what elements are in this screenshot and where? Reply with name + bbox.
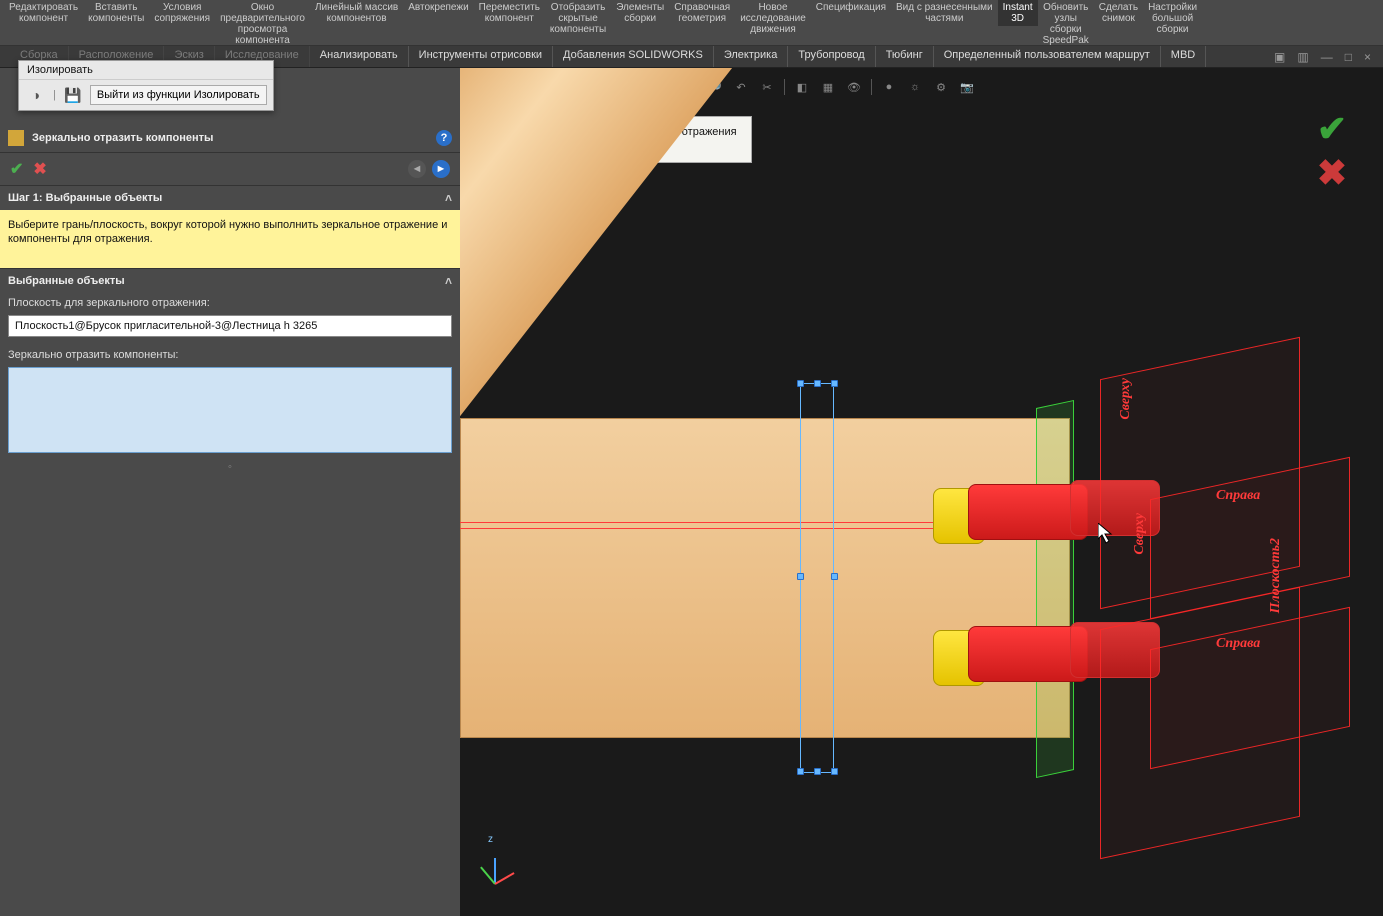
- mirror-components-icon: [8, 130, 24, 146]
- viewport-reject-button[interactable]: ✖: [1317, 152, 1347, 194]
- selection-handle[interactable]: [831, 380, 838, 387]
- section-view-icon[interactable]: ✂: [758, 78, 776, 96]
- ribbon-preview-window[interactable]: Окно предварительного просмотра компонен…: [215, 0, 310, 48]
- tab-mbd[interactable]: MBD: [1161, 46, 1206, 67]
- step-forward-button[interactable]: ►: [432, 160, 450, 178]
- tab-sw-addins[interactable]: Добавления SOLIDWORKS: [553, 46, 714, 67]
- axis-z: [494, 858, 496, 884]
- collapse-icon[interactable]: ˄: [445, 191, 452, 205]
- pm-title: Зеркально отразить компоненты: [32, 132, 428, 144]
- appearance-icon[interactable]: ●: [880, 78, 898, 96]
- plane-label-right: Справа: [1216, 488, 1260, 504]
- plane-label-plane2: Плоскость2: [1268, 538, 1284, 613]
- ok-button[interactable]: ✔: [10, 159, 23, 179]
- tab-electrical[interactable]: Электрика: [714, 46, 789, 67]
- orientation-triad[interactable]: z: [476, 848, 512, 884]
- list-resize-handle[interactable]: ◦: [0, 461, 460, 473]
- cancel-button[interactable]: ✖: [33, 159, 46, 179]
- tab-tubing[interactable]: Тюбинг: [876, 46, 934, 67]
- ribbon-edit-component[interactable]: Редактировать компонент: [4, 0, 83, 26]
- pm-header: Зеркально отразить компоненты ?: [0, 124, 460, 153]
- axis-z-label: z: [488, 834, 493, 845]
- selection-handle[interactable]: [814, 768, 821, 775]
- ribbon-toolbar: Редактировать компонент Вставить компоне…: [0, 0, 1383, 46]
- heads-up-view-toolbar: 🔍 🔎 ↶ ✂ ◧ ▦ 👁 ● ☼ ⚙ 📷: [680, 78, 976, 96]
- ribbon-instant-3d[interactable]: Instant 3D: [998, 0, 1038, 26]
- selected-objects-section: Выбранные объекты ˄ Плоскость для зеркал…: [0, 268, 460, 473]
- graphics-viewport[interactable]: 🔍 🔎 ↶ ✂ ◧ ▦ 👁 ● ☼ ⚙ 📷 м… Не допускается …: [460, 68, 1383, 916]
- tab-render-tools[interactable]: Инструменты отрисовки: [409, 46, 553, 67]
- ribbon-mates[interactable]: Условия сопряжения: [149, 0, 215, 26]
- tab-piping[interactable]: Трубопровод: [788, 46, 875, 67]
- exit-isolate-button[interactable]: Выйти из функции Изолировать: [90, 85, 267, 105]
- selection-handle[interactable]: [797, 573, 804, 580]
- camera-icon[interactable]: 📷: [958, 78, 976, 96]
- view-orientation-icon[interactable]: ◧: [793, 78, 811, 96]
- ribbon-exploded-view[interactable]: Вид с разнесенными частями: [891, 0, 998, 26]
- selection-handle[interactable]: [797, 768, 804, 775]
- window-controls: ▣ ▥ — □ ×: [1274, 46, 1383, 67]
- hide-show-icon[interactable]: 👁: [845, 78, 863, 96]
- ribbon-move-component[interactable]: Переместить компонент: [474, 0, 545, 26]
- isolate-title: Изолировать: [19, 61, 273, 80]
- ribbon-bom[interactable]: Спецификация: [811, 0, 891, 15]
- cursor-icon: [1098, 523, 1116, 545]
- view-settings-icon[interactable]: ⚙: [932, 78, 950, 96]
- selection-handle[interactable]: [814, 380, 821, 387]
- selection-handle[interactable]: [831, 768, 838, 775]
- display-style-icon[interactable]: ▦: [819, 78, 837, 96]
- viewport-split-icon[interactable]: ▥: [1297, 50, 1308, 64]
- step1-section: Шаг 1: Выбранные объекты ˄ Выберите гран…: [0, 185, 460, 268]
- step1-header[interactable]: Шаг 1: Выбранные объекты ˄: [0, 186, 460, 210]
- ribbon-snapshot[interactable]: Сделать снимок: [1094, 0, 1143, 26]
- isolate-save-icon[interactable]: 💾: [62, 84, 84, 106]
- pm-step-nav: ◄ ►: [408, 160, 450, 178]
- ribbon-show-hidden[interactable]: Отобразить скрытые компоненты: [545, 0, 611, 37]
- viewport-layout-icon[interactable]: ▣: [1274, 50, 1285, 64]
- selected-objects-header[interactable]: Выбранные объекты ˄: [0, 269, 460, 293]
- property-manager-panel: Зеркально отразить компоненты ? ✔ ✖ ◄ ► …: [0, 68, 460, 916]
- close-icon[interactable]: ×: [1364, 50, 1371, 64]
- minimize-icon[interactable]: —: [1321, 50, 1333, 64]
- ribbon-autofasteners[interactable]: Автокрепежи: [403, 0, 473, 15]
- mirror-plane-input[interactable]: [8, 315, 452, 337]
- selected-plane-outline[interactable]: [800, 383, 834, 773]
- previous-view-icon[interactable]: ↶: [732, 78, 750, 96]
- ribbon-speedpak[interactable]: Обновить узлы сборки SpeedPak: [1038, 0, 1094, 48]
- viewport-accept-button[interactable]: ✔: [1317, 108, 1347, 150]
- scene-icon[interactable]: ☼: [906, 78, 924, 96]
- maximize-icon[interactable]: □: [1345, 50, 1352, 64]
- isolate-toolbar: Изолировать ◑ | 💾 Выйти из функции Изоли…: [18, 60, 274, 111]
- step1-hint: Выберите грань/плоскость, вокруг которой…: [0, 210, 460, 268]
- selection-handle[interactable]: [797, 380, 804, 387]
- mirror-components-label: Зеркально отразить компоненты:: [0, 345, 460, 365]
- isolate-visibility-icon[interactable]: ◑: [25, 84, 47, 106]
- step1-header-label: Шаг 1: Выбранные объекты: [8, 192, 162, 204]
- pm-action-row: ✔ ✖ ◄ ►: [0, 153, 460, 185]
- plane-label-top: Сверху: [1118, 378, 1134, 420]
- ribbon-assembly-features[interactable]: Элементы сборки: [611, 0, 669, 26]
- ribbon-large-assembly[interactable]: Настройки большой сборки: [1143, 0, 1202, 37]
- selection-handle[interactable]: [831, 573, 838, 580]
- help-icon[interactable]: ?: [436, 130, 452, 146]
- mirror-components-listbox[interactable]: [8, 367, 452, 453]
- plane-label-top: Сверху: [1132, 513, 1148, 555]
- mirror-plane-label: Плоскость для зеркального отражения:: [0, 293, 460, 313]
- tab-analyze[interactable]: Анализировать: [310, 46, 409, 67]
- mirror-plane-preview[interactable]: [1036, 400, 1074, 778]
- separator: [871, 79, 872, 95]
- axis-x: [495, 872, 515, 885]
- separator: [784, 79, 785, 95]
- model-block-main: [460, 418, 1070, 738]
- tab-user-route[interactable]: Определенный пользователем маршрут: [934, 46, 1161, 67]
- selected-objects-label: Выбранные объекты: [8, 275, 125, 287]
- ribbon-linear-pattern[interactable]: Линейный массив компонентов: [310, 0, 403, 26]
- step-back-button[interactable]: ◄: [408, 160, 426, 178]
- ribbon-reference-geometry[interactable]: Справочная геометрия: [669, 0, 735, 26]
- ribbon-insert-components[interactable]: Вставить компоненты: [83, 0, 149, 26]
- collapse-icon[interactable]: ˄: [445, 274, 452, 288]
- ribbon-motion-study[interactable]: Новое исследование движения: [735, 0, 811, 37]
- plane-label-right: Справа: [1216, 636, 1260, 652]
